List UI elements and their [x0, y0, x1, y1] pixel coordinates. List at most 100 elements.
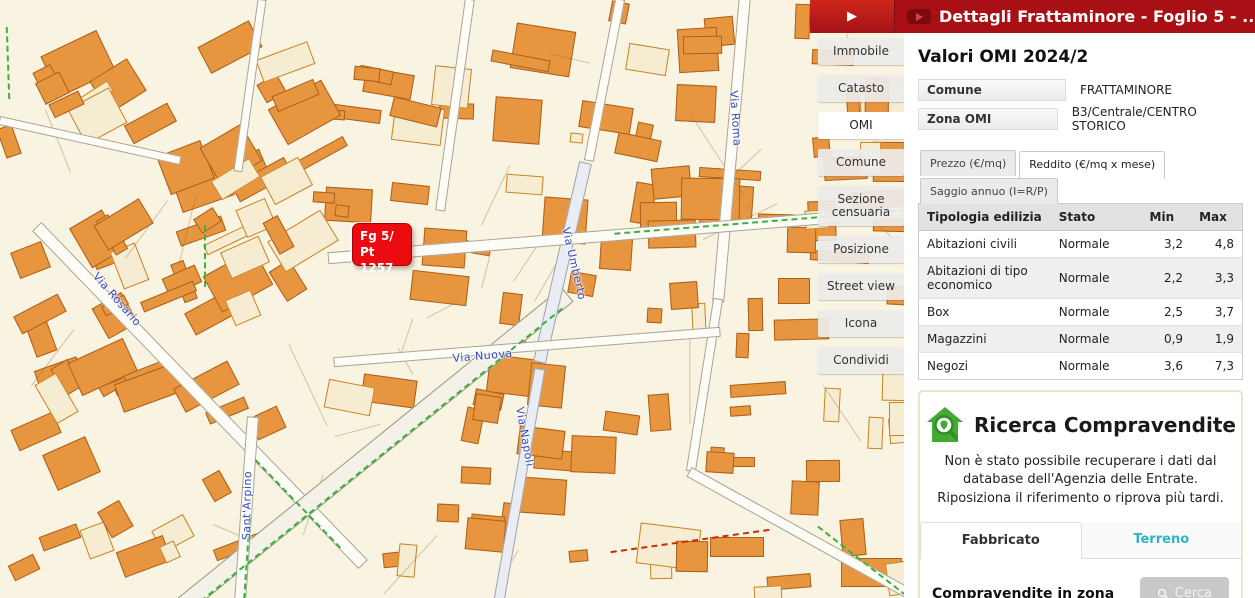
table-row: Negozi Normale 3,6 7,3: [919, 353, 1243, 380]
map-building: [614, 132, 662, 162]
search-icon: [1157, 588, 1169, 598]
cell-max: 7,3: [1191, 353, 1242, 380]
cerca-button-label: Cerca: [1175, 586, 1212, 598]
tab-fabbricato[interactable]: Fabbricato: [920, 522, 1082, 559]
house-search-icon: [925, 405, 965, 445]
col-stato: Stato: [1051, 204, 1142, 231]
cell-stato: Normale: [1051, 353, 1142, 380]
cell-tipologia: Negozi: [919, 353, 1051, 380]
map-building: [42, 436, 101, 491]
cell-stato: Normale: [1051, 299, 1142, 326]
table-row: Abitazioni di tipo economico Normale 2,2…: [919, 258, 1243, 299]
map-sidebar: Immobile Catasto OMI Comune Sezione cens…: [818, 38, 904, 384]
map-building: [676, 84, 718, 123]
sidebar-item-omi[interactable]: OMI: [818, 112, 904, 139]
sidebar-item-street-view[interactable]: Street view: [818, 273, 904, 300]
map-building: [334, 204, 350, 218]
map-building: [730, 381, 786, 397]
map-building: [569, 549, 589, 563]
map-building: [669, 281, 699, 310]
cell-max: 4,8: [1191, 231, 1242, 258]
map-building: [460, 467, 491, 485]
map-building: [255, 41, 315, 83]
map-building: [867, 417, 883, 450]
cell-max: 1,9: [1191, 326, 1242, 353]
map-building: [710, 537, 764, 557]
app-window: Via Rosario Sant'Arpino Via Umberto Via …: [0, 0, 1255, 598]
street-label: Sant'Arpino: [240, 471, 254, 541]
omi-values-table: Tipologia edilizia Stato Min Max Abitazi…: [918, 203, 1243, 380]
map-building: [409, 269, 469, 305]
parcel-line: [689, 334, 690, 424]
map-boundary-line: [204, 225, 206, 287]
map-building: [736, 333, 750, 358]
map-building: [8, 554, 41, 581]
ricerca-error-message: Non è stato possibile recuperare i dati …: [932, 453, 1229, 508]
sidebar-item-posizione[interactable]: Posizione: [818, 236, 904, 263]
collapse-panel-button[interactable]: ▶: [810, 0, 895, 33]
ricerca-title: Ricerca Compravendite: [974, 413, 1236, 437]
map-building: [124, 102, 177, 144]
sidebar-item-comune[interactable]: Comune: [818, 149, 904, 176]
map-building: [570, 132, 584, 144]
cell-stato: Normale: [1051, 258, 1142, 299]
map-building: [824, 387, 842, 421]
zona-omi-value: B3/Centrale/CENTRO STORICO: [1058, 105, 1243, 133]
map-building: [505, 174, 543, 196]
col-min: Min: [1142, 204, 1192, 231]
fabbricato-terreno-tabs: Fabbricato Terreno: [920, 522, 1241, 559]
map-building: [754, 585, 782, 598]
cell-tipologia: Magazzini: [919, 326, 1051, 353]
sidebar-item-catasto[interactable]: Catasto: [818, 75, 904, 102]
tab-prezzo[interactable]: Prezzo (€/mq): [920, 150, 1016, 176]
comune-label: Comune: [918, 79, 1066, 101]
map-building: [778, 278, 810, 304]
table-row: Abitazioni civili Normale 3,2 4,8: [919, 231, 1243, 258]
omi-tab-bar: Prezzo (€/mq)Reddito (€/mq x mese)Saggio…: [918, 149, 1243, 203]
map-building: [647, 394, 671, 432]
parcel-line: [481, 256, 490, 288]
map-building: [472, 393, 502, 424]
cell-min: 0,9: [1142, 326, 1192, 353]
sidebar-item-condividi[interactable]: Condividi: [818, 347, 904, 374]
sidebar-item-icona[interactable]: Icona: [818, 310, 904, 337]
cell-min: 3,6: [1142, 353, 1192, 380]
map-building: [683, 36, 722, 55]
map-building: [492, 96, 543, 144]
map-boundary-line: [6, 27, 11, 99]
map-building: [729, 406, 751, 418]
table-row: Magazzini Normale 0,9 1,9: [919, 326, 1243, 353]
cell-max: 3,3: [1191, 258, 1242, 299]
page-title: Dettagli Frattaminore - Foglio 5 - ...: [939, 7, 1255, 26]
field-row-comune: Comune FRATTAMINORE: [918, 79, 1243, 101]
map-building: [747, 298, 763, 331]
header-title-bar: Dettagli Frattaminore - Foglio 5 - ...: [895, 0, 1255, 33]
tab-saggio-annuo[interactable]: Saggio annuo (I=R/P): [920, 178, 1058, 204]
map-canvas[interactable]: Via Rosario Sant'Arpino Via Umberto Via …: [0, 0, 905, 598]
field-row-zona-omi: Zona OMI B3/Centrale/CENTRO STORICO: [918, 105, 1243, 133]
table-header-row: Tipologia edilizia Stato Min Max: [919, 204, 1243, 231]
table-row: Box Normale 2,5 3,7: [919, 299, 1243, 326]
map-building: [603, 410, 640, 434]
sidebar-item-immobile[interactable]: Immobile: [818, 38, 904, 65]
marker-line1: Fg 5/: [360, 228, 411, 244]
cell-stato: Normale: [1051, 326, 1142, 353]
detail-header: ▶ Dettagli Frattaminore - Foglio 5 - ...: [810, 0, 1255, 33]
cell-tipologia: Abitazioni di tipo economico: [919, 258, 1051, 299]
map-building: [571, 435, 617, 474]
marker-line2: Pt 1257: [360, 244, 411, 276]
map-building: [786, 226, 815, 252]
tab-terreno[interactable]: Terreno: [1082, 522, 1242, 559]
map-building: [790, 480, 820, 515]
cell-min: 2,2: [1142, 258, 1192, 299]
cell-max: 3,7: [1191, 299, 1242, 326]
parcel-line: [334, 424, 380, 437]
parcel-marker[interactable]: Fg 5/ Pt 1257: [352, 223, 412, 266]
map-building: [599, 237, 633, 271]
cerca-button[interactable]: Cerca: [1140, 577, 1229, 598]
tab-reddito[interactable]: Reddito (€/mq x mese): [1019, 151, 1165, 179]
sidebar-item-sezione-censuaria[interactable]: Sezione censuaria: [818, 186, 904, 226]
map-building: [354, 65, 382, 81]
map-building: [625, 43, 670, 76]
map-building: [646, 307, 661, 322]
